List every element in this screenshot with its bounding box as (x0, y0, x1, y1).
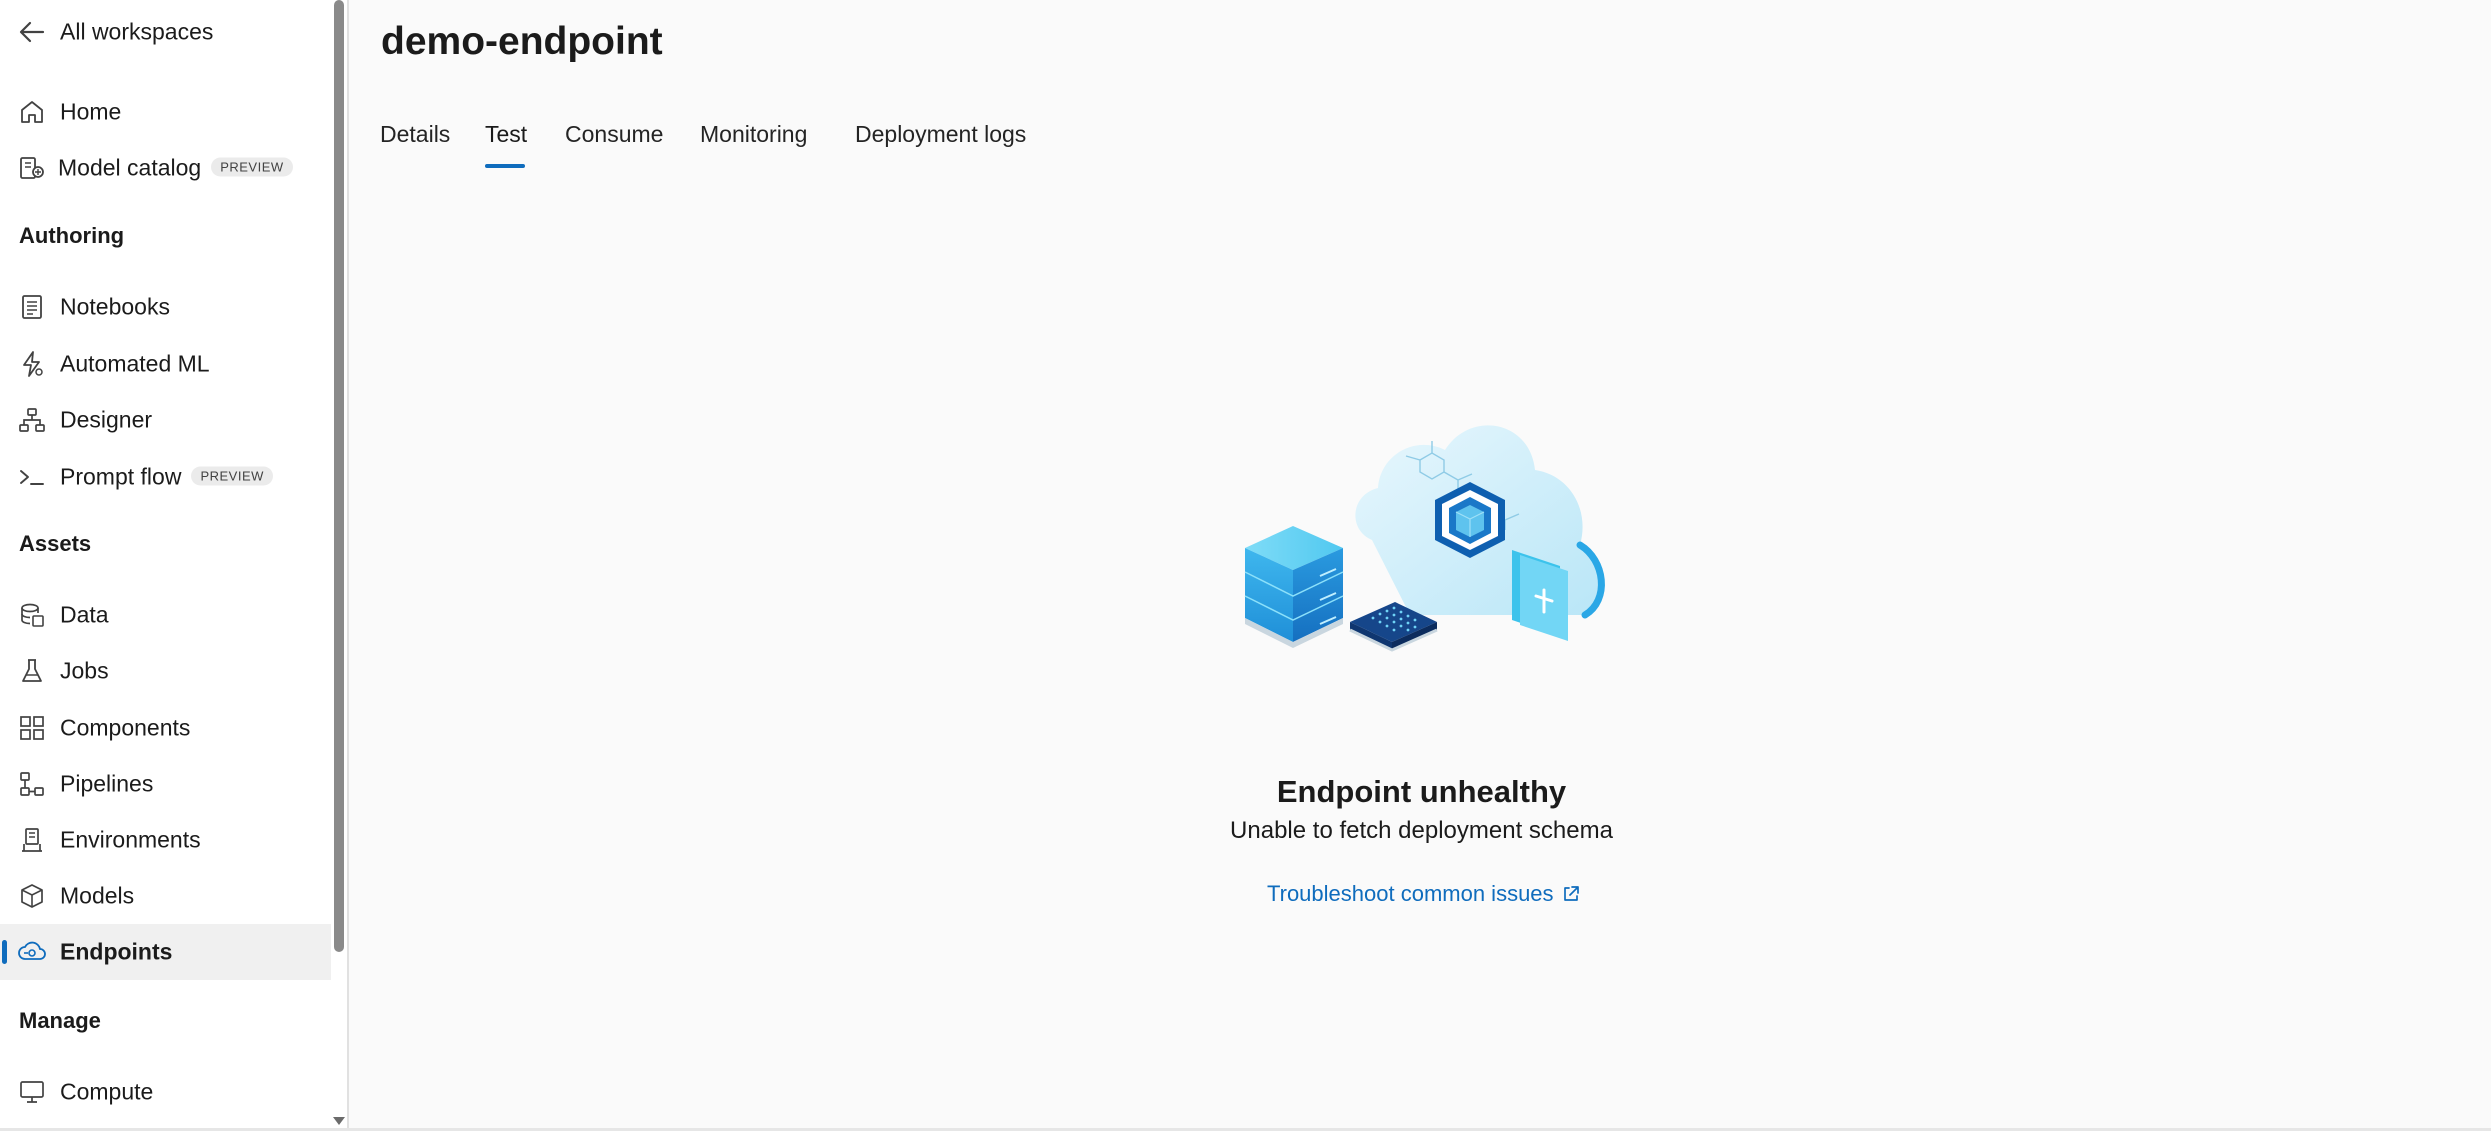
nav-item-designer[interactable]: Designer (0, 392, 331, 448)
home-icon (17, 97, 47, 127)
section-assets: Assets (19, 531, 92, 556)
selected-indicator (2, 940, 7, 964)
nav-item-jobs[interactable]: Jobs (0, 643, 331, 699)
nav-item-automated-ml[interactable]: Automated ML (0, 336, 331, 392)
notebook-icon (17, 292, 47, 322)
preview-badge: PREVIEW (211, 157, 293, 177)
nav-item-endpoints-label: Endpoints (60, 938, 173, 965)
all-workspaces-link[interactable]: All workspaces (0, 4, 331, 60)
sidebar-scrollbar[interactable] (331, 0, 347, 1131)
left-nav: All workspaces Home Model catalog PREVIEW… (0, 0, 331, 1131)
catalog-icon (17, 153, 47, 183)
nav-item-automated-ml-label: Automated ML (60, 350, 210, 377)
nav-item-data[interactable]: Data (0, 587, 331, 643)
tab-monitoring[interactable]: Monitoring (700, 121, 807, 148)
nav-item-components-label: Components (60, 714, 191, 741)
components-icon (17, 713, 47, 743)
page-title: demo-endpoint (381, 20, 663, 63)
server-stack (1244, 526, 1344, 648)
nav-item-designer-label: Designer (60, 406, 153, 433)
tab-deployment-logs[interactable]: Deployment logs (855, 121, 1026, 148)
nav-item-home[interactable]: Home (0, 84, 331, 140)
lightning-icon (17, 349, 47, 379)
nav-item-home-label: Home (60, 98, 122, 125)
flask-icon (17, 656, 47, 686)
monitor-icon (17, 1077, 47, 1107)
active-tab-indicator (485, 164, 525, 168)
all-workspaces-label: All workspaces (60, 18, 214, 45)
terminal-prompt-icon (17, 462, 47, 492)
nav-item-prompt-flow[interactable]: Prompt flow PREVIEW (0, 449, 331, 505)
nav-item-notebooks-label: Notebooks (60, 293, 170, 320)
nav-item-compute[interactable]: Compute (0, 1064, 331, 1120)
tab-consume[interactable]: Consume (565, 121, 663, 148)
scroll-down-arrow-icon[interactable] (333, 1117, 345, 1125)
nav-item-endpoints[interactable]: Endpoints (0, 924, 331, 980)
cube-icon (17, 881, 47, 911)
endpoint-illustration (1244, 425, 1605, 652)
empty-state-title: Endpoint unhealthy (1276, 774, 1567, 809)
section-manage: Manage (19, 1008, 101, 1033)
nav-item-model-catalog-label: Model catalog (58, 154, 202, 181)
nav-item-compute-label: Compute (60, 1078, 154, 1105)
data-icon (17, 600, 47, 630)
arrow-left-icon (17, 17, 47, 47)
sidebar-divider (347, 0, 349, 1131)
preview-badge: PREVIEW (191, 466, 273, 486)
endpoint-cloud-icon (17, 937, 47, 967)
nav-item-model-catalog[interactable]: Model catalog PREVIEW (0, 140, 331, 196)
troubleshoot-link-label: Troubleshoot common issues (1267, 881, 1554, 906)
nav-item-components[interactable]: Components (0, 700, 331, 756)
tab-details[interactable]: Details (380, 121, 450, 148)
nav-item-prompt-flow-label: Prompt flow (60, 463, 182, 490)
nav-item-models-label: Models (60, 882, 135, 909)
nav-item-jobs-label: Jobs (60, 657, 109, 684)
troubleshoot-link[interactable]: Troubleshoot common issues (1267, 881, 1580, 907)
external-link-icon (1563, 886, 1579, 901)
designer-icon (17, 405, 47, 435)
nav-item-models[interactable]: Models (0, 868, 331, 924)
nav-item-data-label: Data (60, 601, 109, 628)
tab-test[interactable]: Test (485, 121, 527, 148)
nav-item-notebooks[interactable]: Notebooks (0, 279, 331, 335)
section-authoring: Authoring (19, 223, 125, 248)
empty-state-subtitle: Unable to fetch deployment schema (1230, 817, 1613, 844)
